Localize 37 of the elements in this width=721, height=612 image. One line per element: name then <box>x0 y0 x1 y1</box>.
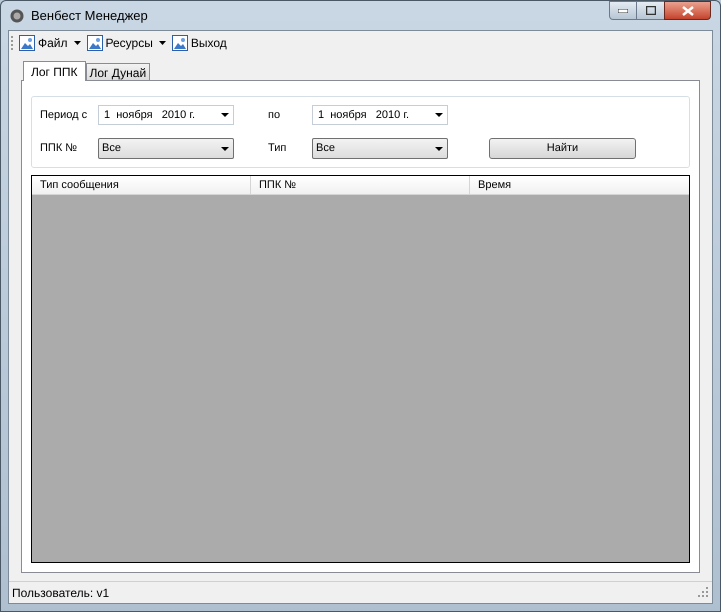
resize-grip-icon <box>698 587 709 598</box>
field-label: ППК № <box>40 141 78 156</box>
maximize-icon <box>646 6 656 15</box>
menu-item[interactable]: Ресурсы <box>86 34 167 52</box>
menu-item[interactable]: Файл <box>18 34 82 52</box>
app-icon <box>10 8 24 22</box>
date-picker[interactable]: 1 ноября 2010 г. <box>98 105 234 125</box>
picture-icon <box>172 35 188 51</box>
window-title: Венбест Менеджер <box>31 6 148 25</box>
field-label: по <box>268 108 282 123</box>
column-header[interactable]: Тип сообщения <box>32 176 251 194</box>
picture-icon <box>86 35 103 51</box>
column-header[interactable]: ППК № <box>251 176 470 194</box>
grip-icon <box>11 35 14 51</box>
close-icon <box>682 6 694 16</box>
status-text: Пользователь: v1 <box>12 584 110 602</box>
dropdown[interactable]: Все <box>312 138 448 159</box>
caret-icon <box>435 146 443 150</box>
column-header[interactable]: Время <box>470 176 689 194</box>
date-picker[interactable]: 1 ноября 2010 г. <box>312 105 448 125</box>
menu-item[interactable]: Выход <box>170 34 228 52</box>
field-label: Тип <box>268 141 288 156</box>
minimize-icon <box>618 8 628 12</box>
find-button[interactable]: Найти <box>489 138 636 159</box>
field-label: Период с <box>40 108 88 123</box>
caret-icon <box>221 146 229 150</box>
caret-icon <box>158 41 166 45</box>
tab[interactable]: Лог ППК <box>23 61 86 81</box>
dropdown[interactable]: Все <box>98 138 234 159</box>
maximize-button[interactable] <box>637 1 664 20</box>
close-button[interactable] <box>664 1 711 20</box>
caret-icon <box>221 113 229 117</box>
picture-icon <box>19 35 35 51</box>
minimize-button[interactable] <box>609 1 637 20</box>
caret-icon <box>435 113 443 117</box>
tab[interactable]: Лог Дунай <box>86 63 150 80</box>
caret-icon <box>74 41 81 45</box>
